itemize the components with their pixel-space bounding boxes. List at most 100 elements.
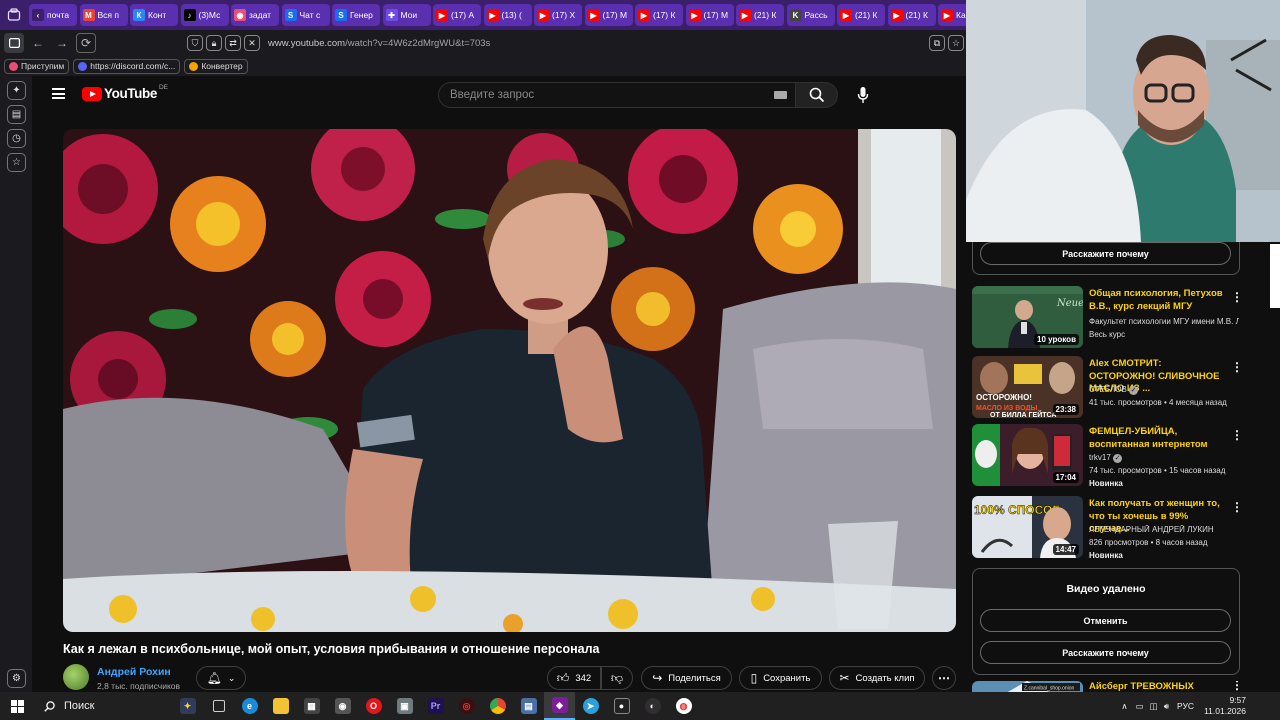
taskbar-search[interactable]: Поиск <box>34 695 172 717</box>
more-vertical-icon[interactable]: ⋮ <box>1231 290 1243 304</box>
opera-gx-icon[interactable]: ◆ <box>544 692 575 720</box>
bookmark-item[interactable]: Приступим <box>4 58 70 74</box>
lock-icon[interactable]: 🔒︎ <box>206 35 222 51</box>
reading-list-icon[interactable]: ▤ <box>7 105 26 124</box>
opera-icon[interactable]: O <box>358 692 389 720</box>
recommendation-item[interactable]: ОСТОРОЖНО! МАСЛО ИЗ ВОДЫ ОТ БИЛЛА ГЕЙТСА 2… <box>972 356 1243 418</box>
store-icon[interactable]: ▦ <box>296 692 327 720</box>
save-button[interactable]: ▯ Сохранить <box>739 666 822 690</box>
scrollbar-thumb[interactable] <box>1270 244 1280 308</box>
screen-recorder-icon[interactable]: ● <box>606 692 637 720</box>
browser-tab[interactable]: S Чат с <box>281 4 330 26</box>
recommendation-thumbnail: Z.cannibal_shop.onion <box>972 681 1083 692</box>
bookmark-item[interactable]: Конвертер <box>184 58 248 74</box>
channel-name[interactable]: Андрей Рохин <box>97 666 171 678</box>
network-icon[interactable]: ◫ <box>1150 701 1158 712</box>
page-scrollbar[interactable] <box>1268 242 1280 692</box>
reload-icon[interactable]: ⟳ <box>76 33 96 53</box>
bookmark-star-icon[interactable]: ☆ <box>948 35 964 51</box>
site-settings-icon[interactable]: ⇄ <box>225 35 241 51</box>
search-button[interactable] <box>796 82 838 108</box>
url-text[interactable]: www.youtube.com/watch?v=4W6z2dMrgWU&t=70… <box>268 38 490 49</box>
menu-hamburger-icon[interactable] <box>52 88 65 99</box>
windows-start-icon[interactable] <box>0 692 34 720</box>
browser-tab[interactable]: ▶ (21) К <box>837 4 885 26</box>
premiere-icon[interactable]: Pr <box>420 692 451 720</box>
language-indicator[interactable]: РУС <box>1177 701 1194 711</box>
clip-button[interactable]: ✂ Создать клип <box>829 666 925 690</box>
workspaces-icon[interactable] <box>1 2 27 28</box>
bookmark-item[interactable]: https://discord.com/c... <box>73 58 181 74</box>
browser-tab[interactable]: ▶ (17) А <box>433 4 481 26</box>
telegram-icon[interactable]: ➤ <box>575 692 606 720</box>
sidebar-toggle-icon[interactable] <box>4 33 24 53</box>
browser-tab[interactable]: ▶ (13) ( <box>483 4 532 26</box>
clock-time: 9:57 <box>1229 695 1246 705</box>
search-input[interactable]: Введите запрос <box>438 82 796 108</box>
tray-overflow-icon[interactable]: ∧ <box>1121 701 1127 712</box>
more-vertical-icon[interactable]: ⋮ <box>1231 500 1243 514</box>
davinci-icon[interactable]: ◎ <box>451 692 482 720</box>
more-actions-button[interactable]: ⋯ <box>932 666 956 690</box>
browser-tab[interactable]: ▶ (17) К <box>635 4 683 26</box>
browser-tab-label: (13) ( <box>501 10 522 20</box>
voice-search-button[interactable] <box>854 85 872 105</box>
dislike-button[interactable]: 👎︎ <box>601 666 633 690</box>
browser-tab[interactable]: ▶ (21) К <box>887 4 936 26</box>
image-viewer-icon[interactable]: ▣ <box>389 692 420 720</box>
camera-blocked-icon[interactable]: ✕ <box>244 35 260 51</box>
forward-arrow-icon[interactable]: → <box>52 33 72 53</box>
edge-icon[interactable]: e <box>234 692 265 720</box>
back-arrow-icon[interactable]: ← <box>28 33 48 53</box>
more-vertical-icon[interactable]: ⋮ <box>1231 681 1242 692</box>
shield-icon[interactable]: ⛉ <box>187 35 203 51</box>
browser-tab[interactable]: M Вся п <box>79 4 128 26</box>
settings-gear-icon[interactable]: ⚙ <box>7 669 26 688</box>
browser-tab[interactable]: ♪ (3)Мс <box>180 4 229 26</box>
browser-tab[interactable]: K Рассь <box>786 4 835 26</box>
share-button[interactable]: ↪ Поделиться <box>641 666 732 690</box>
laptop-icon[interactable]: ▭ <box>1136 701 1144 712</box>
widgets-icon[interactable]: ✦ <box>172 692 203 720</box>
browser-tab[interactable]: ▶ (17) Х <box>534 4 582 26</box>
undo-button[interactable]: Отменить <box>980 609 1231 632</box>
more-vertical-icon[interactable]: ⋮ <box>1231 360 1243 374</box>
browser-tab[interactable]: ◉ задат <box>231 4 279 26</box>
notepad-icon[interactable]: ▤ <box>513 692 544 720</box>
browser-tab[interactable]: ‹ почта <box>29 4 77 26</box>
recommendation-channel: Факультет психологии МГУ имени М.В. Ломо… <box>1089 317 1239 326</box>
browser-tab[interactable]: К Конт <box>130 4 178 26</box>
video-player[interactable] <box>63 129 956 632</box>
like-button[interactable]: 👍︎ 342 <box>547 666 601 690</box>
more-vertical-icon[interactable]: ⋮ <box>1231 428 1243 442</box>
tell-why-button[interactable]: Расскажите почему <box>980 641 1231 664</box>
app-circle-icon[interactable]: ◍ <box>668 692 699 720</box>
history-icon[interactable]: ◷ <box>7 129 26 148</box>
channel-avatar[interactable] <box>63 664 89 690</box>
browser-tab[interactable]: S Генер <box>332 4 380 26</box>
tell-why-button[interactable]: Расскажите почему <box>980 242 1231 265</box>
browser-tab[interactable]: ✚ Мои <box>382 4 431 26</box>
new-badge: Новинка <box>1089 479 1123 488</box>
task-view-icon[interactable] <box>203 692 234 720</box>
browser-tab[interactable]: ▶ (21) К <box>736 4 784 26</box>
screenshot-icon[interactable]: ⧉ <box>929 35 945 51</box>
app-icon[interactable]: ◉ <box>327 692 358 720</box>
keyboard-icon[interactable] <box>774 91 787 99</box>
chrome-icon[interactable] <box>482 692 513 720</box>
browser-tab[interactable]: ▶ (17) М <box>685 4 734 26</box>
ai-sparkle-icon[interactable]: ✦ <box>7 81 26 100</box>
browser-tab[interactable]: ▶ (17) М <box>584 4 633 26</box>
recommendation-item[interactable]: Neue 10 уроков Общая психология, Петухов… <box>972 286 1243 348</box>
volume-icon[interactable]: 🔊︎ <box>1164 701 1169 712</box>
recommendation-item[interactable]: 100% СПОСОБ 14:47 Как получать от женщин… <box>972 496 1243 560</box>
notifications-button[interactable]: 🔔︎ ⌄ <box>196 666 246 690</box>
youtube-logo[interactable]: YouTube DE <box>82 84 168 101</box>
recommendation-item[interactable]: 17:04 ФЕМЦЕЛ-УБИЙЦА, воспитанная интерне… <box>972 424 1243 488</box>
file-explorer-icon[interactable] <box>265 692 296 720</box>
recommendation-item[interactable]: Z.cannibal_shop.onion Айсберг ТРЕВОЖНЫХ … <box>972 681 1242 692</box>
system-clock[interactable]: 9:57 11.01.2026 <box>1204 695 1246 717</box>
bell-icon: 🔔︎ <box>206 671 222 685</box>
obs-icon[interactable]: ◐ <box>637 692 668 720</box>
favorites-icon[interactable]: ☆ <box>7 153 26 172</box>
